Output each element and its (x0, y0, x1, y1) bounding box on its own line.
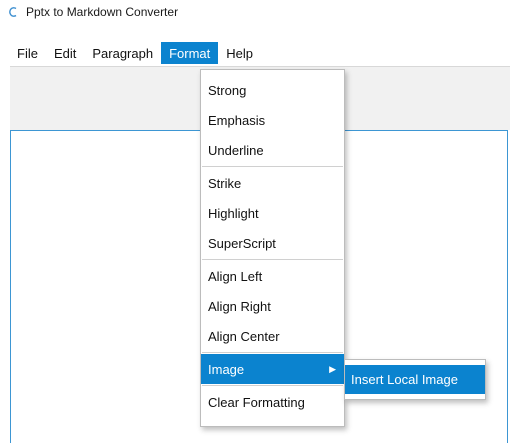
menu-item-label: Strike (208, 175, 242, 191)
menu-item-superscript[interactable]: SuperScript (201, 228, 344, 258)
menu-item-label: Align Right (208, 298, 271, 314)
menu-help[interactable]: Help (218, 42, 261, 64)
menu-item-strike[interactable]: Strike (201, 168, 344, 198)
format-dropdown-menu: Strong Emphasis Underline Strike Highlig… (200, 69, 345, 427)
menu-item-label: Strong (208, 82, 247, 98)
menu-format[interactable]: Format (161, 42, 219, 64)
menu-bar: File Edit Paragraph Format Help (0, 42, 510, 64)
menu-item-label: Align Center (208, 328, 280, 344)
menu-item-label: SuperScript (208, 235, 276, 251)
menu-item-insert-local-image[interactable]: Insert Local Image (345, 365, 485, 394)
menu-item-strong[interactable]: Strong (201, 75, 344, 105)
app-icon (8, 5, 20, 19)
menu-item-emphasis[interactable]: Emphasis (201, 105, 344, 135)
menu-separator (202, 259, 343, 260)
menu-item-label: Highlight (208, 205, 259, 221)
menu-item-label: Clear Formatting (208, 394, 305, 410)
menu-item-underline[interactable]: Underline (201, 135, 344, 165)
menu-item-label: Insert Local Image (351, 372, 458, 387)
menu-edit[interactable]: Edit (46, 42, 84, 64)
menu-separator (202, 352, 343, 353)
menu-file[interactable]: File (9, 42, 46, 64)
image-submenu: Insert Local Image (344, 359, 486, 400)
chevron-right-icon: ▶ (329, 363, 336, 374)
menu-item-label: Emphasis (208, 112, 266, 128)
menu-item-clear-formatting[interactable]: Clear Formatting (201, 387, 344, 417)
menu-paragraph[interactable]: Paragraph (84, 42, 161, 64)
menu-item-align-right[interactable]: Align Right (201, 291, 344, 321)
menu-separator (202, 166, 343, 167)
menu-item-label: Image (208, 361, 245, 377)
menu-item-highlight[interactable]: Highlight (201, 198, 344, 228)
title-bar: Pptx to Markdown Converter (0, 0, 510, 24)
menu-item-align-left[interactable]: Align Left (201, 261, 344, 291)
menu-item-label: Underline (208, 142, 264, 158)
menu-separator (202, 385, 343, 386)
menu-item-align-center[interactable]: Align Center (201, 321, 344, 351)
window-title: Pptx to Markdown Converter (26, 5, 179, 19)
menu-item-image[interactable]: Image ▶ (201, 354, 344, 384)
menu-item-label: Align Left (208, 268, 263, 284)
